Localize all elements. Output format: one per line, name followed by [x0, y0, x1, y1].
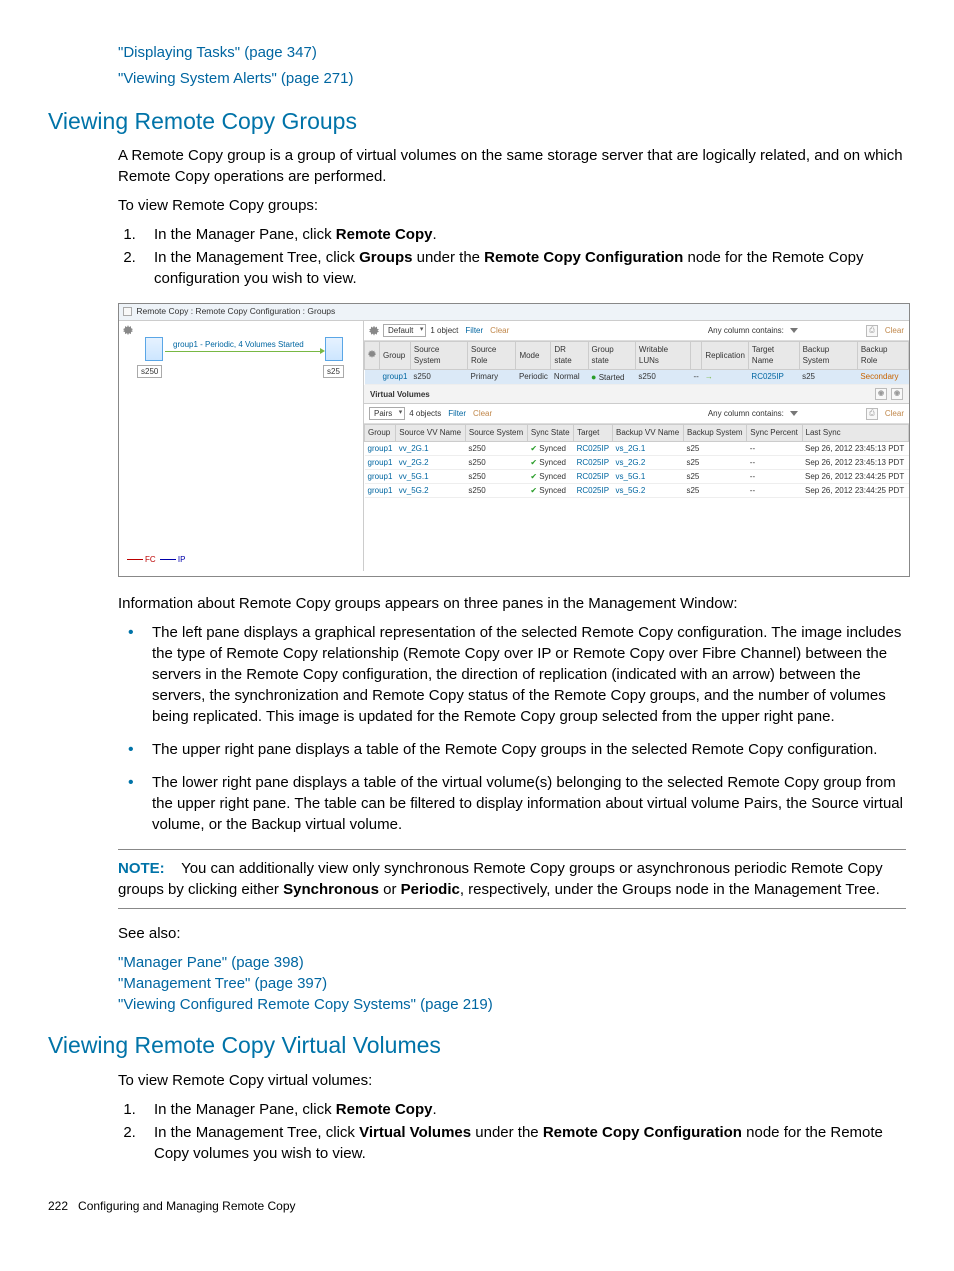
- print-icon[interactable]: ⎙: [866, 408, 878, 420]
- groups-toolbar: Default 1 object Filter Clear Any column…: [364, 321, 909, 341]
- clear-link[interactable]: Clear: [490, 325, 509, 336]
- print-icon[interactable]: ⎙: [866, 325, 878, 337]
- server-right-icon: [325, 337, 343, 361]
- step-1b: In the Manager Pane, click Remote Copy.: [140, 1099, 906, 1120]
- bullet-upper-right: The upper right pane displays a table of…: [118, 739, 906, 760]
- object-count-2: 4 objects: [409, 408, 441, 419]
- link-viewing-configured-rc-systems[interactable]: "Viewing Configured Remote Copy Systems"…: [118, 996, 493, 1013]
- para-to-view: To view Remote Copy groups:: [118, 195, 906, 216]
- table-row[interactable]: group1vv_2G.2s250✔ SyncedRC025IPvs_2G.2s…: [365, 455, 909, 469]
- object-count: 1 object: [430, 325, 458, 336]
- diagram-label: group1 - Periodic, 4 Volumes Started: [173, 339, 304, 350]
- table-row[interactable]: group1vv_2G.1s250✔ SyncedRC025IPvs_2G.1s…: [365, 441, 909, 455]
- volumes-table: Group Source VV Name Source System Sync …: [364, 424, 909, 498]
- bullet-lower-right: The lower right pane displays a table of…: [118, 772, 906, 835]
- step-2: In the Management Tree, click Groups und…: [140, 247, 906, 289]
- diagram-pane: group1 - Periodic, 4 Volumes Started s25…: [119, 321, 364, 571]
- table-row[interactable]: group1 s250 Primary Periodic Normal ● St…: [365, 369, 909, 385]
- link-management-tree[interactable]: "Management Tree" (page 397): [118, 975, 327, 992]
- link-viewing-system-alerts[interactable]: "Viewing System Alerts" (page 271): [118, 70, 354, 87]
- heading-viewing-rc-virtual-volumes: Viewing Remote Copy Virtual Volumes: [48, 1029, 906, 1061]
- volumes-toolbar: Pairs 4 objects Filter Clear Any column …: [364, 404, 909, 424]
- screenshot-remote-copy-groups: Remote Copy : Remote Copy Configuration …: [118, 303, 910, 577]
- server-right-label: s25: [323, 365, 344, 378]
- see-also-label: See also:: [118, 923, 906, 944]
- anycol-label-2: Any column contains:: [708, 408, 784, 419]
- collapse-icon[interactable]: ◉: [891, 388, 903, 400]
- replication-arrow: [165, 351, 323, 352]
- heading-viewing-remote-copy-groups: Viewing Remote Copy Groups: [48, 105, 906, 137]
- window-icon: [123, 307, 132, 316]
- page-footer: 222 Configuring and Managing Remote Copy: [48, 1198, 906, 1215]
- clear-link-3[interactable]: Clear: [473, 408, 492, 419]
- note-box: NOTE: You can additionally view only syn…: [118, 849, 906, 909]
- step-1: In the Manager Pane, click Remote Copy.: [140, 224, 906, 245]
- expand-icon[interactable]: ◉: [875, 388, 887, 400]
- filter-link[interactable]: Filter: [465, 325, 483, 336]
- bullet-left-pane: The left pane displays a graphical repre…: [118, 622, 906, 727]
- filter-link-2[interactable]: Filter: [448, 408, 466, 419]
- link-manager-pane[interactable]: "Manager Pane" (page 398): [118, 954, 304, 971]
- step-2b: In the Management Tree, click Virtual Vo…: [140, 1122, 906, 1164]
- groups-table: Group Source System Source Role Mode DR …: [364, 341, 909, 385]
- gear-icon[interactable]: [368, 350, 376, 358]
- para-after-figure: Information about Remote Copy groups app…: [118, 593, 906, 614]
- clear-link-4[interactable]: Clear: [885, 408, 904, 419]
- link-displaying-tasks[interactable]: "Displaying Tasks" (page 347): [118, 44, 317, 61]
- table-row[interactable]: group1vv_5G.1s250✔ SyncedRC025IPvs_5G.1s…: [365, 469, 909, 483]
- pairs-dropdown[interactable]: Pairs: [369, 407, 405, 420]
- server-left-label: s250: [137, 365, 162, 378]
- server-left-icon: [145, 337, 163, 361]
- gear-icon[interactable]: [369, 326, 379, 336]
- virtual-volumes-label: Virtual Volumes: [370, 389, 430, 400]
- window-title: Remote Copy : Remote Copy Configuration …: [136, 306, 335, 316]
- para-intro: A Remote Copy group is a group of virtua…: [118, 145, 906, 187]
- view-dropdown[interactable]: Default: [383, 324, 426, 337]
- legend: FC IP: [125, 554, 185, 565]
- anycol-label: Any column contains:: [708, 325, 784, 336]
- para-to-view-2: To view Remote Copy virtual volumes:: [118, 1070, 906, 1091]
- clear-link-2[interactable]: Clear: [885, 325, 904, 336]
- table-row[interactable]: group1vv_5G.2s250✔ SyncedRC025IPvs_5G.2s…: [365, 484, 909, 498]
